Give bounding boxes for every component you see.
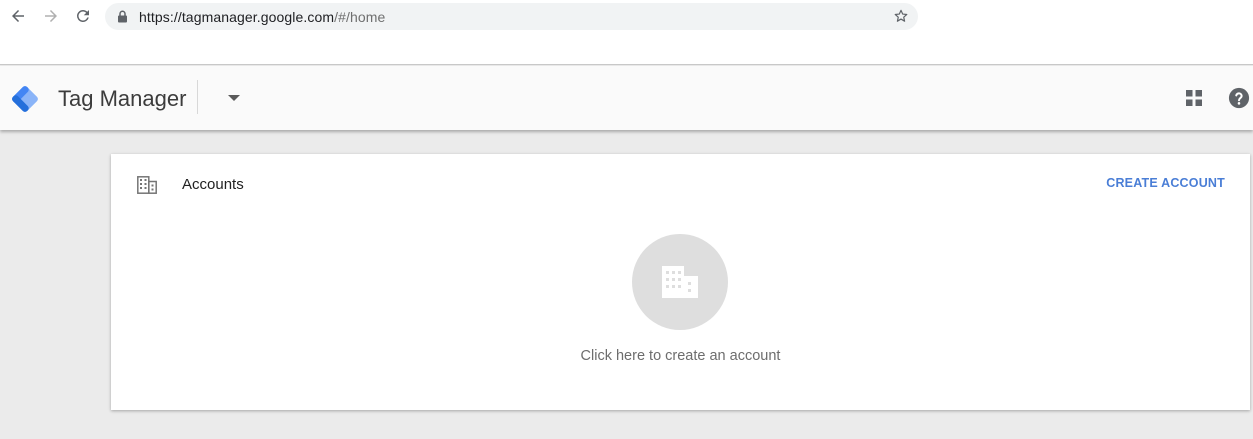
app-header: Tag Manager	[0, 66, 1253, 130]
reload-icon	[76, 9, 89, 22]
address-bar[interactable]: https://tagmanager.google.com/#/home	[105, 3, 918, 30]
accounts-card: Accounts CREATE ACCOUNT Click here to cr…	[111, 154, 1250, 410]
apps-grid-icon[interactable]	[1184, 88, 1204, 108]
lock-icon	[118, 10, 127, 23]
tag-manager-logo[interactable]	[9, 83, 41, 115]
create-account-prompt[interactable]: Click here to create an account	[111, 348, 1250, 364]
browser-toolbar: https://tagmanager.google.com/#/home	[0, 0, 1253, 65]
header-divider	[197, 80, 198, 114]
help-icon[interactable]	[1228, 87, 1250, 109]
star-icon[interactable]	[893, 8, 909, 24]
accounts-title: Accounts	[182, 176, 244, 193]
arrow-forward-icon	[45, 10, 57, 22]
back-button[interactable]	[7, 5, 29, 27]
app-title: Tag Manager	[58, 86, 187, 111]
create-account-button[interactable]: CREATE ACCOUNT	[1106, 176, 1225, 190]
forward-button[interactable]	[40, 5, 62, 27]
url-text: https://tagmanager.google.com/#/home	[139, 9, 385, 25]
reload-button[interactable]	[72, 5, 94, 27]
url-path: /#/home	[334, 9, 386, 25]
url-host: https://tagmanager.google.com	[139, 9, 335, 25]
account-switcher-dropdown[interactable]	[224, 90, 244, 106]
building-icon	[137, 176, 157, 194]
caret-down-icon	[228, 95, 240, 101]
building-icon	[662, 266, 698, 298]
create-account-circle-button[interactable]	[632, 234, 728, 330]
arrow-back-icon	[12, 10, 24, 22]
